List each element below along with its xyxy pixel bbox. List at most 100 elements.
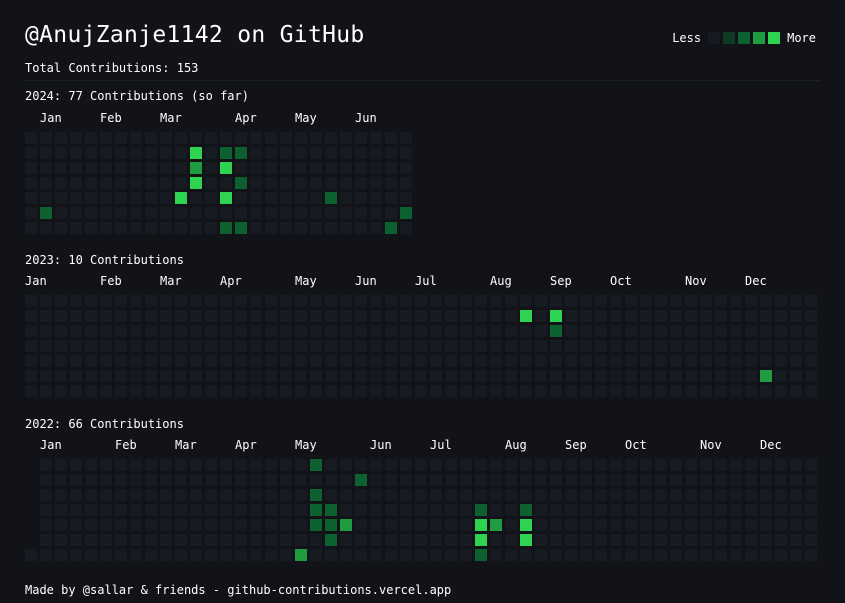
contribution-day-cell[interactable] [805, 489, 817, 501]
contribution-day-cell[interactable] [505, 295, 517, 307]
contribution-day-cell[interactable] [355, 474, 367, 486]
contribution-day-cell[interactable] [265, 519, 277, 531]
contribution-day-cell[interactable] [355, 355, 367, 367]
contribution-day-cell[interactable] [130, 222, 142, 234]
contribution-day-cell[interactable] [190, 310, 202, 322]
contribution-day-cell[interactable] [295, 459, 307, 471]
contribution-day-cell[interactable] [715, 370, 727, 382]
contribution-day-cell[interactable] [400, 474, 412, 486]
contribution-day-cell[interactable] [550, 325, 562, 337]
contribution-day-cell[interactable] [790, 504, 802, 516]
contribution-day-cell[interactable] [460, 504, 472, 516]
contribution-day-cell[interactable] [355, 325, 367, 337]
contribution-day-cell[interactable] [550, 370, 562, 382]
contribution-day-cell[interactable] [295, 385, 307, 397]
contribution-day-cell[interactable] [475, 459, 487, 471]
contribution-day-cell[interactable] [400, 177, 412, 189]
contribution-day-cell[interactable] [685, 474, 697, 486]
contribution-day-cell[interactable] [745, 474, 757, 486]
contribution-day-cell[interactable] [355, 370, 367, 382]
contribution-day-cell[interactable] [340, 222, 352, 234]
contribution-day-cell[interactable] [145, 474, 157, 486]
contribution-day-cell[interactable] [235, 147, 247, 159]
contribution-day-cell[interactable] [25, 192, 37, 204]
contribution-day-cell[interactable] [100, 340, 112, 352]
contribution-day-cell[interactable] [670, 355, 682, 367]
contribution-day-cell[interactable] [370, 207, 382, 219]
contribution-day-cell[interactable] [550, 489, 562, 501]
contribution-day-cell[interactable] [55, 474, 67, 486]
contribution-day-cell[interactable] [220, 340, 232, 352]
contribution-day-cell[interactable] [190, 222, 202, 234]
contribution-day-cell[interactable] [145, 310, 157, 322]
contribution-day-cell[interactable] [160, 534, 172, 546]
contribution-day-cell[interactable] [655, 504, 667, 516]
contribution-day-cell[interactable] [100, 147, 112, 159]
contribution-day-cell[interactable] [265, 325, 277, 337]
contribution-day-cell[interactable] [400, 325, 412, 337]
contribution-day-cell[interactable] [490, 370, 502, 382]
contribution-day-cell[interactable] [370, 340, 382, 352]
contribution-day-cell[interactable] [175, 310, 187, 322]
contribution-day-cell[interactable] [430, 310, 442, 322]
contribution-day-cell[interactable] [685, 504, 697, 516]
contribution-day-cell[interactable] [565, 325, 577, 337]
contribution-day-cell[interactable] [55, 340, 67, 352]
contribution-day-cell[interactable] [160, 370, 172, 382]
contribution-day-cell[interactable] [730, 370, 742, 382]
contribution-day-cell[interactable] [445, 549, 457, 561]
contribution-day-cell[interactable] [475, 519, 487, 531]
contribution-day-cell[interactable] [460, 459, 472, 471]
contribution-day-cell[interactable] [475, 325, 487, 337]
contribution-day-cell[interactable] [175, 295, 187, 307]
contribution-day-cell[interactable] [685, 370, 697, 382]
contribution-day-cell[interactable] [490, 310, 502, 322]
contribution-day-cell[interactable] [790, 370, 802, 382]
contribution-day-cell[interactable] [235, 355, 247, 367]
contribution-day-cell[interactable] [205, 355, 217, 367]
contribution-day-cell[interactable] [595, 385, 607, 397]
contribution-day-cell[interactable] [40, 340, 52, 352]
contribution-day-cell[interactable] [115, 207, 127, 219]
contribution-day-cell[interactable] [805, 385, 817, 397]
contribution-day-cell[interactable] [595, 534, 607, 546]
contribution-day-cell[interactable] [310, 192, 322, 204]
contribution-day-cell[interactable] [115, 177, 127, 189]
contribution-day-cell[interactable] [700, 549, 712, 561]
contribution-day-cell[interactable] [445, 504, 457, 516]
contribution-day-cell[interactable] [115, 310, 127, 322]
contribution-day-cell[interactable] [625, 370, 637, 382]
contribution-day-cell[interactable] [235, 340, 247, 352]
contribution-day-cell[interactable] [325, 310, 337, 322]
contribution-day-cell[interactable] [205, 222, 217, 234]
contribution-day-cell[interactable] [745, 370, 757, 382]
contribution-day-cell[interactable] [775, 325, 787, 337]
contribution-day-cell[interactable] [550, 504, 562, 516]
contribution-day-cell[interactable] [715, 325, 727, 337]
contribution-day-cell[interactable] [625, 534, 637, 546]
contribution-day-cell[interactable] [520, 310, 532, 322]
contribution-day-cell[interactable] [100, 222, 112, 234]
contribution-day-cell[interactable] [250, 325, 262, 337]
contribution-day-cell[interactable] [310, 549, 322, 561]
contribution-day-cell[interactable] [640, 385, 652, 397]
contribution-day-cell[interactable] [220, 177, 232, 189]
contribution-day-cell[interactable] [655, 534, 667, 546]
contribution-day-cell[interactable] [535, 519, 547, 531]
contribution-day-cell[interactable] [490, 295, 502, 307]
contribution-day-cell[interactable] [205, 147, 217, 159]
contribution-day-cell[interactable] [190, 489, 202, 501]
contribution-day-cell[interactable] [745, 504, 757, 516]
contribution-day-cell[interactable] [325, 370, 337, 382]
contribution-day-cell[interactable] [115, 459, 127, 471]
contribution-day-cell[interactable] [775, 549, 787, 561]
contribution-day-cell[interactable] [385, 222, 397, 234]
contribution-day-cell[interactable] [460, 549, 472, 561]
contribution-day-cell[interactable] [355, 519, 367, 531]
contribution-day-cell[interactable] [325, 192, 337, 204]
contribution-day-cell[interactable] [505, 489, 517, 501]
contribution-day-cell[interactable] [70, 132, 82, 144]
contribution-day-cell[interactable] [730, 385, 742, 397]
contribution-day-cell[interactable] [160, 459, 172, 471]
contribution-day-cell[interactable] [85, 132, 97, 144]
